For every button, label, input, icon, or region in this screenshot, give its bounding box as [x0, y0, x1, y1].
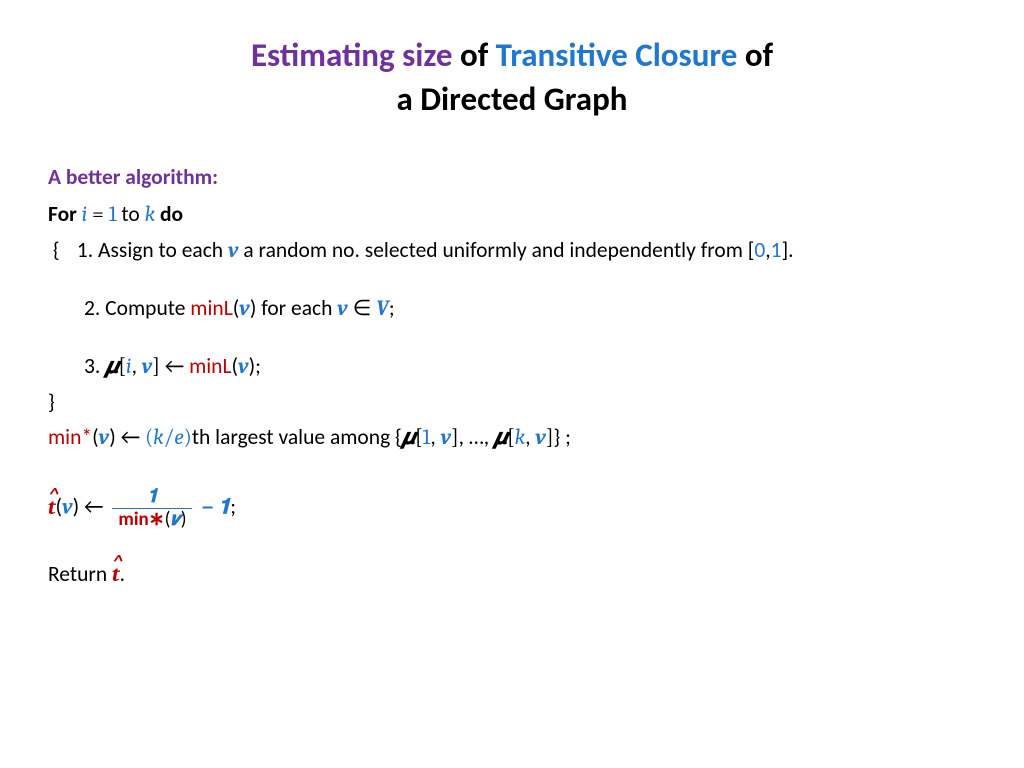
- slide-title: Estimating size of Transitive Closure of…: [48, 34, 976, 121]
- slide-body: A better algorithm: For i = 1 to k do {1…: [48, 163, 976, 590]
- step-1-line: {1. Assign to each v a random no. select…: [48, 236, 976, 266]
- step3-rp: );: [249, 353, 261, 379]
- to-word: to: [117, 201, 145, 227]
- minus-sign: −: [201, 496, 218, 520]
- step3-rb: ]: [152, 355, 160, 379]
- den-rp: ): [181, 508, 187, 531]
- do-keyword: do: [155, 201, 183, 227]
- that-line: ^t(v) ← 𝟏 min∗(𝒗) − 𝟏;: [48, 487, 976, 530]
- step1-one: 1: [771, 237, 782, 263]
- step-3-line: 3. 𝝁[i, v] ← minL(v);: [48, 352, 976, 382]
- step2-in: ∈: [348, 297, 376, 321]
- title-word-1: Estimating size: [251, 35, 453, 75]
- step1-mid: a random no. selected uniformly and inde…: [239, 237, 755, 263]
- step3-pre: 3.: [84, 353, 105, 379]
- den-min: min∗: [118, 508, 164, 531]
- step1-zero: 0: [754, 237, 765, 263]
- step3-lb: [: [118, 355, 126, 379]
- minstar-k2: k: [515, 426, 526, 450]
- minstar-mid: th largest value among {: [192, 424, 402, 450]
- title-line-2: a Directed Graph: [397, 79, 628, 119]
- step3-v: v: [142, 355, 153, 379]
- minstar-slash: /: [164, 426, 175, 450]
- step2-minL: minL: [190, 295, 232, 321]
- step2-V: V: [376, 297, 389, 321]
- that-semi: ;: [230, 494, 236, 520]
- minstar-c2: ,: [525, 424, 535, 450]
- step3-v2: v: [238, 355, 249, 379]
- den-v: 𝒗: [170, 508, 180, 530]
- return-t-hat: ^t: [112, 561, 120, 590]
- step2-pre: 2. Compute: [84, 295, 190, 321]
- slide: Estimating size of Transitive Closure of…: [0, 0, 1024, 590]
- step3-mu: 𝝁: [105, 355, 118, 379]
- num-1: 1: [109, 203, 117, 227]
- minstar-lb1: [: [415, 426, 423, 450]
- var-k: k: [145, 203, 156, 227]
- minstar-v2: v: [535, 426, 546, 450]
- return-line: Return ^t.: [48, 560, 976, 590]
- minstar-rb1: ]: [451, 426, 459, 450]
- title-word-3: Transitive Closure: [496, 35, 738, 75]
- minstar-rb2: ]: [546, 426, 554, 450]
- title-word-2: of: [453, 35, 496, 75]
- step-2-line: 2. Compute minL(v) for each v ∈ V;: [48, 294, 976, 324]
- open-brace: {: [53, 236, 77, 265]
- return-keyword: Return: [48, 561, 112, 587]
- step2-mid: for each: [256, 295, 337, 321]
- minstar-line: min*(v) ← (k/e)th largest value among {𝝁…: [48, 423, 976, 453]
- for-keyword: For: [48, 201, 82, 227]
- minstar-v1: v: [441, 426, 452, 450]
- minstar-e: e: [174, 426, 183, 450]
- step2-v: v: [239, 297, 250, 321]
- minstar-label: min*: [48, 424, 92, 450]
- step2-semi: ;: [389, 295, 395, 321]
- that-arrow: ←: [79, 494, 108, 520]
- eq-sign: =: [87, 203, 108, 227]
- minstar-arrow: ←: [116, 424, 145, 450]
- step2-v2: v: [337, 297, 348, 321]
- step1-pre: 1. Assign to each: [77, 237, 228, 263]
- title-word-4: of: [737, 35, 773, 75]
- step1-v: v: [228, 239, 239, 263]
- that-v: v: [62, 496, 73, 520]
- step1-post: ].: [782, 237, 794, 263]
- minstar-ker: ): [184, 426, 192, 450]
- minstar-lb2: [: [507, 426, 515, 450]
- frac-den: min∗(𝒗): [112, 509, 192, 530]
- hat-icon-2: ^: [112, 550, 120, 575]
- minstar-mu1: 𝝁: [402, 426, 415, 450]
- minstar-k: k: [153, 426, 164, 450]
- for-line: For i = 1 to k do: [48, 200, 976, 230]
- t-hat: ^t: [48, 494, 56, 523]
- step3-c1: ,: [132, 353, 142, 379]
- frac-num: 𝟏: [112, 487, 192, 509]
- minstar-mu2: 𝝁: [494, 426, 507, 450]
- minstar-end: } ;: [554, 424, 571, 450]
- minstar-dots: , …,: [459, 424, 494, 450]
- one-bold: 𝟏: [218, 496, 230, 520]
- hat-icon: ^: [48, 483, 56, 508]
- minstar-v: v: [99, 426, 110, 450]
- fraction: 𝟏 min∗(𝒗): [112, 487, 192, 530]
- subheading: A better algorithm:: [48, 163, 976, 192]
- step3-arrow: ←: [160, 353, 189, 379]
- minstar-kel: (: [145, 426, 153, 450]
- close-brace-line: }: [48, 388, 976, 417]
- minstar-c1: ,: [430, 424, 440, 450]
- step3-minL: minL: [189, 353, 231, 379]
